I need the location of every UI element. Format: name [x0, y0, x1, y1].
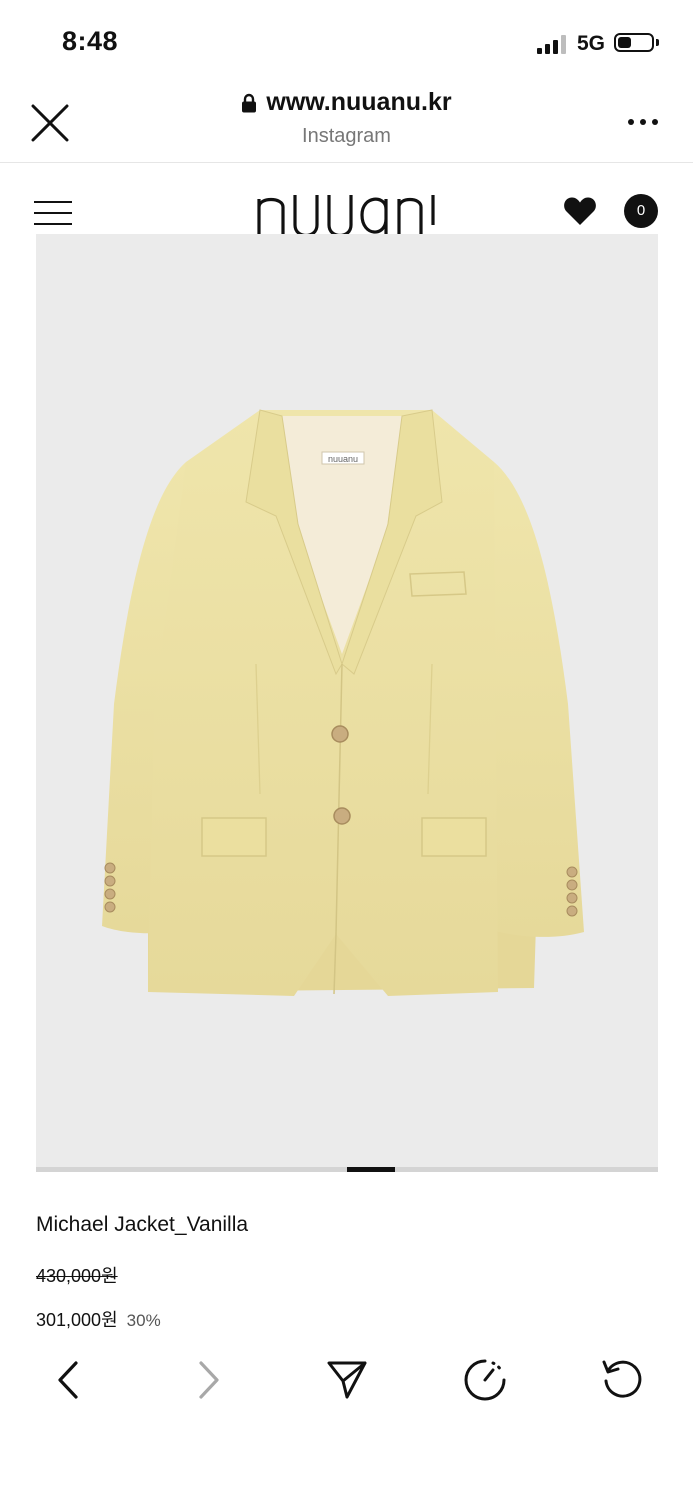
back-button[interactable] — [46, 1357, 92, 1403]
share-icon — [327, 1361, 367, 1399]
reload-icon — [602, 1360, 642, 1398]
battery-icon — [614, 33, 654, 52]
forward-button[interactable] — [185, 1357, 231, 1403]
more-icon — [628, 119, 634, 125]
timer-button[interactable] — [462, 1357, 508, 1403]
url-bar[interactable]: www.nuuanu.kr — [0, 88, 693, 117]
share-button[interactable] — [323, 1357, 369, 1403]
menu-button[interactable] — [34, 199, 72, 227]
sale-price-row: 301,000원 30% — [36, 1306, 161, 1332]
sale-price: 301,000원 — [36, 1310, 118, 1330]
lining-label-text: nuuanu — [328, 454, 358, 464]
wishlist-button[interactable] — [563, 195, 597, 227]
original-price: 430,000원 — [36, 1266, 118, 1286]
menu-icon — [34, 201, 72, 203]
jacket-illustration: nuuanu — [102, 409, 584, 996]
heart-icon — [564, 197, 596, 225]
carousel-indicator[interactable] — [346, 1167, 395, 1172]
network-label: 5G — [577, 32, 606, 55]
lock-icon — [241, 93, 257, 113]
header-divider — [0, 162, 693, 163]
product-image[interactable]: nuuanu — [36, 234, 658, 1167]
forward-icon — [199, 1361, 219, 1399]
reload-button[interactable] — [600, 1357, 646, 1403]
product-name[interactable]: Michael Jacket_Vanilla — [36, 1213, 248, 1237]
timer-icon — [464, 1359, 506, 1401]
discount-badge: 30% — [126, 1311, 161, 1330]
url-text: www.nuuanu.kr — [266, 88, 452, 116]
signal-icon — [537, 34, 569, 54]
cart-count-badge[interactable]: 0 — [624, 194, 658, 228]
site-logo-text: nuuanu — [255, 189, 259, 190]
more-button[interactable] — [628, 119, 658, 127]
status-time: 8:48 — [62, 26, 119, 56]
battery-tip — [656, 39, 659, 46]
source-subtitle: Instagram — [302, 125, 391, 147]
back-icon — [58, 1361, 78, 1399]
